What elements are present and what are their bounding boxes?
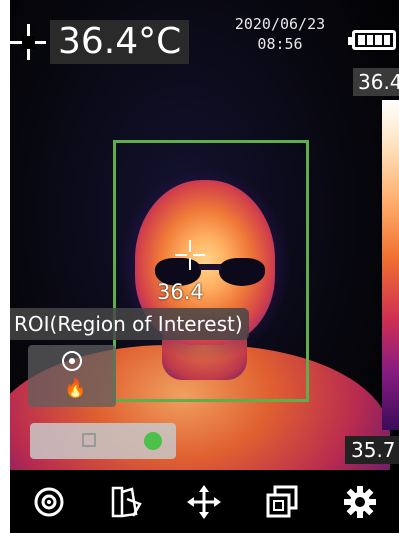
spot-crosshair-icon — [10, 24, 46, 60]
spot-temperature: 36.4°C — [50, 20, 190, 64]
thermal-camera-screen: 36.4°C 2020/06/23 08:56 36.4 35.7 36.4 R… — [10, 0, 399, 533]
color-scale-bar — [382, 100, 399, 430]
mode-toggle[interactable] — [30, 423, 176, 459]
palette-icon — [111, 486, 142, 517]
roi-box[interactable] — [113, 140, 309, 402]
center-crosshair-icon — [175, 240, 205, 270]
date-label: 2020/06/23 — [234, 15, 326, 33]
datetime: 2020/06/23 08:56 — [220, 14, 340, 54]
gear-icon — [344, 485, 377, 518]
scale-max-temperature: 36.4 — [353, 68, 399, 96]
roi-label: ROI(Region of Interest) — [10, 308, 249, 340]
center-temperature: 36.4 — [157, 280, 204, 304]
gallery-button[interactable] — [257, 477, 307, 527]
status-dot — [144, 432, 162, 450]
time-label: 08:56 — [257, 35, 303, 53]
move-icon — [187, 484, 222, 519]
scale-min-temperature: 35.7 — [345, 436, 399, 464]
target-button[interactable] — [24, 477, 74, 527]
side-panel: 🔥 — [28, 345, 116, 407]
target-icon[interactable] — [62, 351, 82, 371]
square-icon — [82, 433, 96, 447]
settings-button[interactable] — [335, 477, 385, 527]
bottom-toolbar — [10, 470, 399, 533]
gallery-icon — [266, 485, 298, 517]
battery-icon — [348, 30, 396, 50]
flame-icon[interactable]: 🔥 — [64, 379, 86, 399]
move-button[interactable] — [179, 477, 229, 527]
palette-button[interactable] — [102, 477, 152, 527]
target-icon — [34, 487, 64, 516]
